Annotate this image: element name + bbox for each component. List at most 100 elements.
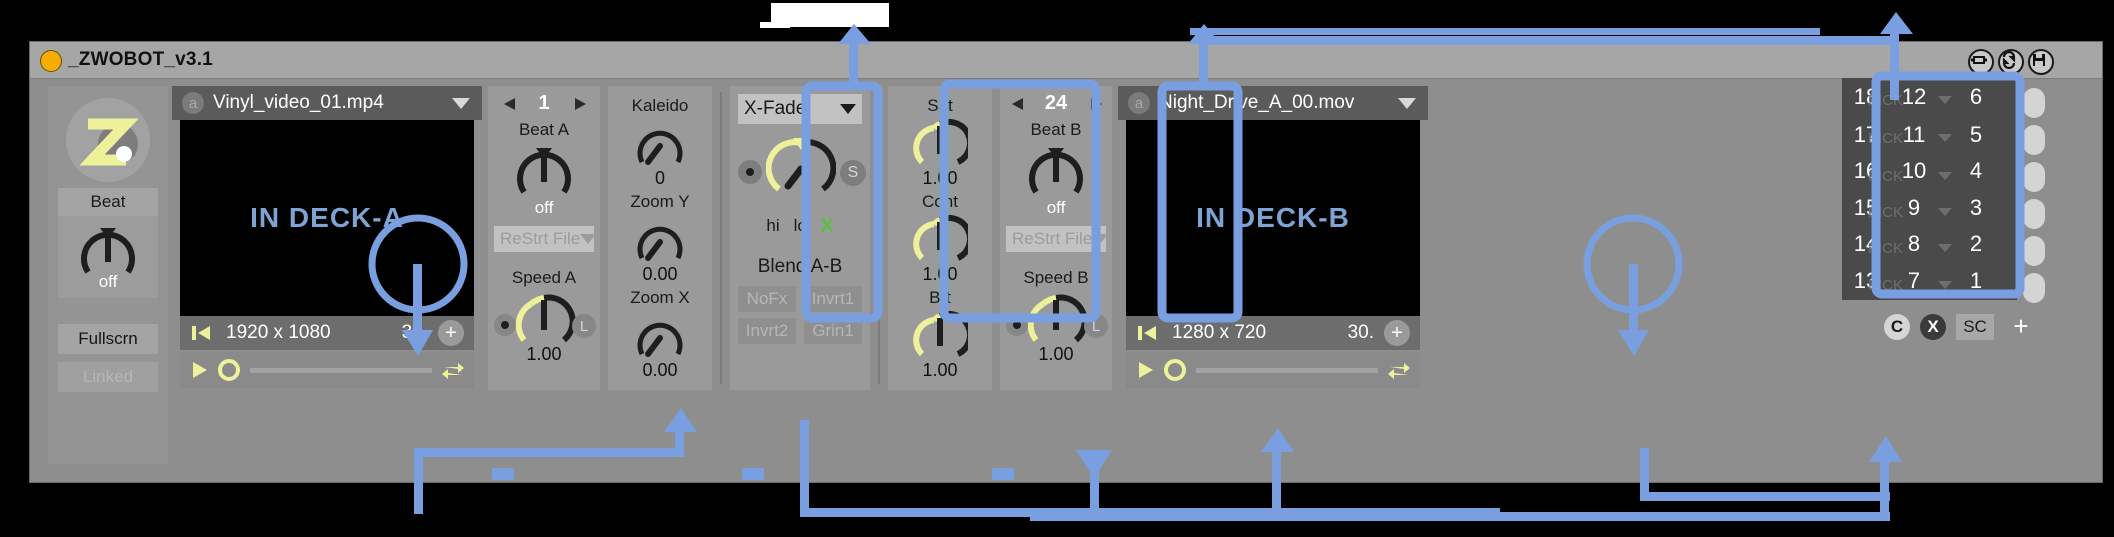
grid-cell-2[interactable]: 2 bbox=[1952, 231, 2000, 257]
grid-led-5[interactable] bbox=[2023, 273, 2045, 303]
loop-icon[interactable] bbox=[1386, 358, 1412, 382]
grid-pick-label-4[interactable]: PICK bbox=[1868, 240, 1903, 257]
grid-led-3[interactable] bbox=[2023, 199, 2045, 229]
grid-pick-label-5[interactable]: PICK bbox=[1868, 277, 1903, 294]
deck-a-position-slider[interactable] bbox=[250, 367, 432, 373]
skip-to-start-icon bbox=[192, 326, 210, 340]
zoom-y-knob[interactable] bbox=[632, 214, 688, 270]
save-floppy-icon[interactable] bbox=[2028, 49, 2054, 75]
fx-button-grin1[interactable]: Grin1 bbox=[804, 318, 862, 344]
grid-led-4[interactable] bbox=[2023, 236, 2045, 266]
speed-a-value: 1.00 bbox=[526, 344, 562, 364]
grid-pick-label-3[interactable]: PICK bbox=[1868, 204, 1903, 221]
beat-a-value: off bbox=[534, 198, 554, 217]
grid-led-1[interactable] bbox=[2023, 125, 2045, 155]
refresh-swap-icon[interactable] bbox=[1998, 49, 2024, 75]
deck-b-preview[interactable]: IN DECK-B bbox=[1126, 120, 1420, 316]
play-icon[interactable] bbox=[190, 360, 210, 380]
speed-b-knob[interactable] bbox=[1024, 290, 1088, 352]
deck-a: a Vinyl_video_01.mp4 IN DECK-A 1920 x 10… bbox=[172, 86, 482, 390]
deck-b-resolution: 1280 x 720 bbox=[1172, 322, 1267, 343]
grid-cell-1[interactable]: 1 bbox=[1952, 268, 2000, 294]
deck-b-transport bbox=[1126, 352, 1420, 388]
deck-b-screen-text: IN DECK-B bbox=[1196, 202, 1350, 233]
deck-a-preview[interactable]: IN DECK-A bbox=[180, 120, 474, 316]
cue-icon[interactable] bbox=[1162, 357, 1188, 383]
sc-button[interactable]: SC bbox=[1956, 314, 1994, 340]
deck-a-add-button[interactable]: + bbox=[438, 320, 464, 346]
crossfade-knob[interactable] bbox=[766, 134, 836, 204]
zoom-x-knob[interactable] bbox=[632, 310, 688, 366]
speed-a-knob[interactable] bbox=[512, 290, 576, 352]
grid-cell-6[interactable]: 6 bbox=[1952, 84, 2000, 110]
beat-a-mode-dropdown[interactable]: ReStrt File bbox=[494, 226, 597, 252]
add-button[interactable]: + bbox=[2008, 310, 2034, 342]
play-icon[interactable] bbox=[1136, 360, 1156, 380]
beat-label: Beat bbox=[90, 192, 126, 211]
beat-b-knob[interactable] bbox=[1024, 142, 1088, 204]
chevron-down-icon[interactable] bbox=[452, 97, 470, 109]
grid-led-2[interactable] bbox=[2023, 162, 2045, 192]
brt-label: Brt bbox=[929, 288, 951, 307]
left-rail: Beat off Fullscrn Linked bbox=[48, 86, 168, 464]
grid-pick-label-1[interactable]: PICK bbox=[1868, 130, 1903, 147]
speed-b-value: 1.00 bbox=[1038, 344, 1074, 364]
fullscreen-button[interactable]: Fullscrn bbox=[58, 324, 158, 354]
chevron-down-icon[interactable] bbox=[1938, 281, 1952, 289]
mix-mode-dropdown[interactable]: X-Fade bbox=[738, 94, 862, 124]
curve-selector: hi lo X bbox=[730, 216, 870, 238]
cont-knob[interactable] bbox=[912, 214, 968, 268]
speed-a-link-button[interactable]: L bbox=[572, 314, 596, 338]
deck-b-position-slider[interactable] bbox=[1196, 367, 1378, 373]
linked-button[interactable]: Linked bbox=[58, 362, 158, 392]
speed-b-reset-dot[interactable] bbox=[1006, 314, 1028, 336]
sat-knob[interactable] bbox=[912, 118, 968, 172]
deck-b-source-header[interactable]: a Night_Drive_A_00.mov bbox=[1118, 86, 1428, 120]
beat-label-box: Beat bbox=[58, 188, 158, 216]
deck-b-filename: Night_Drive_A_00.mov bbox=[1159, 92, 1355, 113]
mix-reset-dot[interactable] bbox=[738, 160, 762, 184]
grid-pick-label-0[interactable]: PICK bbox=[1868, 92, 1903, 109]
fx-button-nofx[interactable]: NoFx bbox=[738, 286, 796, 312]
c-button[interactable]: C bbox=[1884, 314, 1910, 340]
kaleido-knob[interactable] bbox=[632, 118, 688, 174]
cue-icon[interactable] bbox=[216, 357, 242, 383]
grid-cell-4[interactable]: 4 bbox=[1952, 158, 2000, 184]
loop-icon[interactable] bbox=[440, 358, 466, 382]
curve-lo-option[interactable]: lo bbox=[794, 216, 807, 238]
chevron-down-icon[interactable] bbox=[1938, 134, 1952, 142]
beat-b-mode-dropdown[interactable]: ReStrt File bbox=[1006, 226, 1109, 252]
beat-a-next-icon[interactable] bbox=[572, 96, 588, 112]
beat-a-counter-row: 1 bbox=[488, 92, 600, 116]
window-titlebar: _ZWOBOT_v3.1 bbox=[30, 42, 2102, 79]
mix-solo-button[interactable]: S bbox=[840, 160, 866, 186]
chevron-down-icon[interactable] bbox=[1938, 208, 1952, 216]
fx-button-invrt1[interactable]: Invrt1 bbox=[804, 286, 862, 312]
logo-badge bbox=[66, 98, 150, 182]
window-frame-icon[interactable] bbox=[1968, 49, 1994, 75]
curve-hi-option[interactable]: hi bbox=[766, 216, 779, 238]
x-button[interactable]: X bbox=[1920, 314, 1946, 340]
grid-led-0[interactable] bbox=[2023, 88, 2045, 118]
chevron-down-icon[interactable] bbox=[1938, 244, 1952, 252]
beat-value: off bbox=[98, 272, 118, 291]
window-title: _ZWOBOT_v3.1 bbox=[68, 49, 213, 70]
grid-pick-label-2[interactable]: PICK bbox=[1868, 168, 1903, 185]
grid-cell-3[interactable]: 3 bbox=[1952, 195, 2000, 221]
beat-b-next-icon[interactable] bbox=[1088, 96, 1104, 112]
speed-b-link-button[interactable]: L bbox=[1084, 314, 1108, 338]
kaleido-value: 0 bbox=[654, 168, 665, 188]
fx-button-invrt2[interactable]: Invrt2 bbox=[738, 318, 796, 344]
cont-label: Cont bbox=[922, 192, 958, 211]
status-dot-icon bbox=[40, 50, 62, 72]
grid-cell-5[interactable]: 5 bbox=[1952, 122, 2000, 148]
deck-b-add-button[interactable]: + bbox=[1384, 320, 1410, 346]
chevron-down-icon[interactable] bbox=[1938, 172, 1952, 180]
chevron-down-icon[interactable] bbox=[1398, 97, 1416, 109]
speed-a-reset-dot[interactable] bbox=[494, 314, 516, 336]
deck-a-source-header[interactable]: a Vinyl_video_01.mp4 bbox=[172, 86, 482, 120]
chevron-down-icon[interactable] bbox=[1938, 96, 1952, 104]
brt-knob[interactable] bbox=[912, 310, 968, 364]
curve-x-option[interactable]: X bbox=[821, 216, 834, 238]
beat-a-knob[interactable] bbox=[512, 142, 576, 204]
